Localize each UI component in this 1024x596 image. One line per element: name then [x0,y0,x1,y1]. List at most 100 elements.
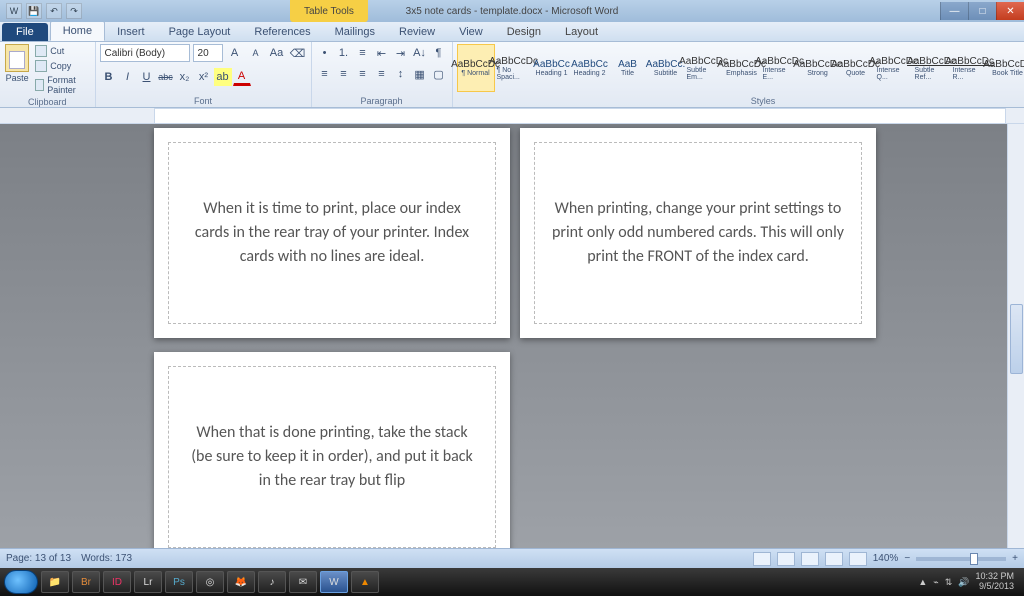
taskbar-vlc-icon[interactable]: ▲ [351,571,379,593]
tab-mailings[interactable]: Mailings [323,23,387,41]
tab-review[interactable]: Review [387,23,447,41]
taskbar-lightroom-icon[interactable]: Lr [134,571,162,593]
index-card-2[interactable]: When printing, change your print setting… [520,128,876,338]
styles-gallery[interactable]: AaBbCcDc¶ NormalAaBbCcDc¶ No Spaci...AaB… [457,44,1024,94]
show-marks-button[interactable]: ¶ [430,44,448,62]
taskbar-explorer-icon[interactable]: 📁 [41,571,69,593]
view-web-layout[interactable] [801,552,819,566]
increase-indent-button[interactable]: ⇥ [392,44,410,62]
view-print-layout[interactable] [753,552,771,566]
ruler[interactable] [0,108,1024,124]
tray-up-icon[interactable]: ▲ [918,577,927,587]
style-item-heading-1[interactable]: AaBbCcHeading 1 [533,44,571,92]
clear-formatting-button[interactable]: ⌫ [289,44,307,62]
scrollbar-thumb[interactable] [1010,304,1023,374]
superscript-button[interactable]: x² [195,68,213,86]
undo-button[interactable]: ↶ [46,3,62,19]
view-full-screen[interactable] [777,552,795,566]
view-outline[interactable] [825,552,843,566]
align-right-button[interactable]: ≡ [354,65,372,83]
style-item-heading-2[interactable]: AaBbCcHeading 2 [571,44,609,92]
underline-button[interactable]: U [138,68,156,86]
sort-button[interactable]: A↓ [411,44,429,62]
numbering-button[interactable]: 1. [335,44,353,62]
copy-button[interactable]: Copy [33,59,90,73]
strike-button[interactable]: abc [157,68,175,86]
style-item-title[interactable]: AaBTitle [609,44,647,92]
document-area[interactable]: When it is time to print, place our inde… [0,124,1024,548]
font-size-combo[interactable]: 20 [193,44,223,62]
taskbar-bridge-icon[interactable]: Br [72,571,100,593]
decrease-indent-button[interactable]: ⇤ [373,44,391,62]
font-color-button[interactable]: A [233,68,251,86]
tray-volume-icon[interactable]: 🔊 [958,577,969,588]
maximize-button[interactable]: □ [968,2,996,20]
borders-button[interactable]: ▢ [430,65,448,83]
save-button[interactable]: 💾 [26,3,42,19]
font-name-combo[interactable]: Calibri (Body) [100,44,190,62]
style-item--normal[interactable]: AaBbCcDc¶ Normal [457,44,495,92]
tab-file[interactable]: File [2,23,48,41]
zoom-in-button[interactable]: + [1012,553,1018,564]
justify-button[interactable]: ≡ [373,65,391,83]
tab-design[interactable]: Design [495,23,553,41]
taskbar-word-icon[interactable]: W [320,571,348,593]
style-item-emphasis[interactable]: AaBbCcDcEmphasis [723,44,761,92]
minimize-button[interactable]: — [940,2,968,20]
zoom-slider[interactable] [916,557,1006,561]
word-count[interactable]: Words: 173 [81,553,132,564]
tray-bluetooth-icon[interactable]: ⌁ [933,577,938,588]
shading-button[interactable]: ▦ [411,65,429,83]
card-text[interactable]: When it is time to print, place our inde… [168,142,496,324]
tab-references[interactable]: References [242,23,322,41]
page-indicator[interactable]: Page: 13 of 13 [6,553,71,564]
align-center-button[interactable]: ≡ [335,65,353,83]
taskbar-indesign-icon[interactable]: ID [103,571,131,593]
style-item--no-spaci-[interactable]: AaBbCcDc¶ No Spaci... [495,44,533,92]
style-item-intense-q-[interactable]: AaBbCcDcIntense Q... [875,44,913,92]
change-case-button[interactable]: Aa [268,44,286,62]
format-painter-button[interactable]: Format Painter [33,74,90,96]
index-card-1[interactable]: When it is time to print, place our inde… [154,128,510,338]
tab-layout[interactable]: Layout [553,23,610,41]
multilevel-button[interactable]: ≡ [354,44,372,62]
cut-button[interactable]: Cut [33,44,90,58]
index-card-3[interactable]: When that is done printing, take the sta… [154,352,510,548]
taskbar-photoshop-icon[interactable]: Ps [165,571,193,593]
style-item-quote[interactable]: AaBbCcDcQuote [837,44,875,92]
taskbar-outlook-icon[interactable]: ✉ [289,571,317,593]
tray-network-icon[interactable]: ⇅ [945,577,953,588]
tray-clock[interactable]: 10:32 PM 9/5/2013 [975,572,1014,592]
vertical-scrollbar[interactable] [1007,124,1024,548]
card-text[interactable]: When printing, change your print setting… [534,142,862,324]
taskbar-itunes-icon[interactable]: ♪ [258,571,286,593]
style-item-subtle-ref-[interactable]: AaBbCcDcSubtle Ref... [913,44,951,92]
zoom-out-button[interactable]: − [904,553,910,564]
bullets-button[interactable]: • [316,44,334,62]
taskbar-chrome-icon[interactable]: ◎ [196,571,224,593]
tab-insert[interactable]: Insert [105,23,157,41]
line-spacing-button[interactable]: ↕ [392,65,410,83]
zoom-level[interactable]: 140% [873,553,899,564]
subscript-button[interactable]: x₂ [176,68,194,86]
bold-button[interactable]: B [100,68,118,86]
redo-button[interactable]: ↷ [66,3,82,19]
style-item-book-title[interactable]: AaBbCcDcBook Title [989,44,1024,92]
italic-button[interactable]: I [119,68,137,86]
tab-view[interactable]: View [447,23,495,41]
style-item-subtitle[interactable]: AaBbCc.Subtitle [647,44,685,92]
taskbar-firefox-icon[interactable]: 🦊 [227,571,255,593]
paste-button[interactable]: Paste [4,44,30,96]
view-draft[interactable] [849,552,867,566]
close-button[interactable]: ✕ [996,2,1024,20]
tab-page-layout[interactable]: Page Layout [157,23,243,41]
card-text[interactable]: When that is done printing, take the sta… [168,366,496,548]
tab-home[interactable]: Home [50,21,105,41]
zoom-slider-thumb[interactable] [970,553,978,565]
start-button[interactable] [4,570,38,594]
shrink-font-button[interactable]: A [247,44,265,62]
system-tray[interactable]: ▲ ⌁ ⇅ 🔊 10:32 PM 9/5/2013 [918,572,1020,592]
word-icon[interactable]: W [6,3,22,19]
align-left-button[interactable]: ≡ [316,65,334,83]
highlight-button[interactable]: ab [214,68,232,86]
